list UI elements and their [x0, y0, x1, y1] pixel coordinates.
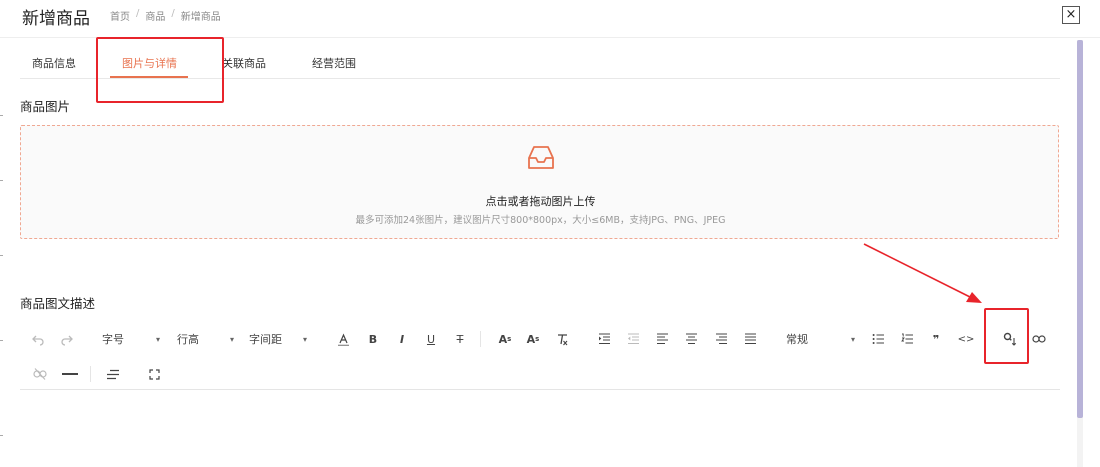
find-replace-icon[interactable]: [999, 326, 1021, 352]
active-tab-indicator: [110, 76, 188, 78]
heading-label: 常规: [786, 333, 808, 346]
code-icon[interactable]: <>: [956, 326, 976, 352]
align-right-icon[interactable]: [711, 326, 731, 352]
chevron-down-icon: ▾: [155, 334, 160, 344]
toolbar-divider: [480, 331, 481, 347]
horizontal-rule-icon[interactable]: [58, 361, 82, 387]
tab-product-info[interactable]: 商品信息: [32, 55, 76, 71]
fullscreen-icon[interactable]: [144, 361, 164, 387]
breadcrumb-separator: /: [136, 8, 140, 19]
text-indent-icon[interactable]: [102, 361, 124, 387]
upload-hint: 最多可添加24张图片，建议图片尺寸800*800px，大小≤6MB，支持JPG、…: [355, 215, 726, 226]
rich-text-editor[interactable]: [20, 392, 1060, 462]
chevron-down-icon: ▾: [229, 334, 234, 344]
page-title: 新增商品: [22, 9, 90, 29]
bold-icon[interactable]: B: [364, 326, 382, 352]
inbox-icon: [526, 142, 556, 176]
breadcrumb-home[interactable]: 首页: [110, 8, 130, 23]
align-left-icon[interactable]: [652, 326, 672, 352]
tab-business-scope[interactable]: 经营范围: [312, 55, 356, 71]
upload-title: 点击或者拖动图片上传: [485, 195, 596, 208]
breadcrumb: 首页 / 商品 / 新增商品: [110, 8, 221, 23]
align-justify-icon[interactable]: [740, 326, 760, 352]
outdent-icon[interactable]: [623, 326, 643, 352]
annotation-arrow: [860, 240, 990, 312]
toolbar-divider: [90, 366, 91, 382]
indent-icon[interactable]: [594, 326, 614, 352]
toolbar-separator: [20, 389, 1060, 390]
heading-select[interactable]: 常规: [786, 326, 846, 352]
clear-format-icon[interactable]: [552, 326, 572, 352]
undo-icon[interactable]: [28, 326, 48, 352]
subscript-mark: s: [535, 335, 540, 343]
product-images-label: 商品图片: [20, 99, 71, 114]
quote-icon[interactable]: ❞: [926, 326, 946, 352]
chevron-down-icon: ▾: [850, 334, 855, 344]
chevron-down-icon: ▾: [302, 334, 307, 344]
line-height-label: 行高: [177, 333, 199, 346]
editor-toolbar: 字号 ▾ 行高 ▾ 字间距 ▾ B I U T As As 常规 ▾ ❞ <>: [20, 326, 1060, 352]
breadcrumb-current: 新增商品: [180, 12, 221, 23]
page-edge: [0, 40, 6, 460]
tab-bar: 商品信息 图片与详情 关联商品 经营范围: [20, 45, 1060, 79]
letter-spacing-label: 字间距: [249, 333, 282, 346]
scrollbar[interactable]: [1077, 40, 1083, 467]
tab-related-products[interactable]: 关联商品: [222, 55, 266, 71]
bullet-list-icon[interactable]: [868, 326, 888, 352]
scrollbar-thumb[interactable]: [1077, 40, 1083, 418]
breadcrumb-separator: /: [171, 8, 175, 19]
superscript-glyph: A: [498, 332, 508, 346]
font-color-icon[interactable]: [334, 326, 352, 352]
subscript-icon[interactable]: As: [522, 326, 544, 352]
description-label: 商品图文描述: [20, 296, 96, 311]
unlink-icon[interactable]: [30, 361, 50, 387]
italic-icon[interactable]: I: [393, 326, 411, 352]
strikethrough-icon[interactable]: T: [451, 326, 469, 352]
font-size-label: 字号: [102, 333, 124, 346]
subscript-glyph: A: [526, 332, 536, 346]
link-icon[interactable]: [1028, 326, 1050, 352]
superscript-icon[interactable]: As: [494, 326, 516, 352]
superscript-mark: s: [507, 335, 512, 343]
tab-images-details[interactable]: 图片与详情: [122, 55, 177, 71]
image-upload-dropzone[interactable]: 点击或者拖动图片上传 最多可添加24张图片，建议图片尺寸800*800px，大小…: [20, 125, 1059, 239]
align-center-icon[interactable]: [681, 326, 701, 352]
breadcrumb-products[interactable]: 商品: [145, 8, 165, 23]
close-button[interactable]: ×: [1062, 6, 1080, 24]
modal-header: 新增商品 首页 / 商品 / 新增商品 ×: [0, 0, 1100, 38]
underline-icon[interactable]: U: [422, 326, 440, 352]
redo-icon[interactable]: [56, 326, 76, 352]
modal: 新增商品 首页 / 商品 / 新增商品 × 商品信息 图片与详情 关联商品 经营…: [0, 0, 1100, 467]
numbered-list-icon[interactable]: [897, 326, 917, 352]
editor-toolbar-row-2: [20, 361, 1060, 387]
